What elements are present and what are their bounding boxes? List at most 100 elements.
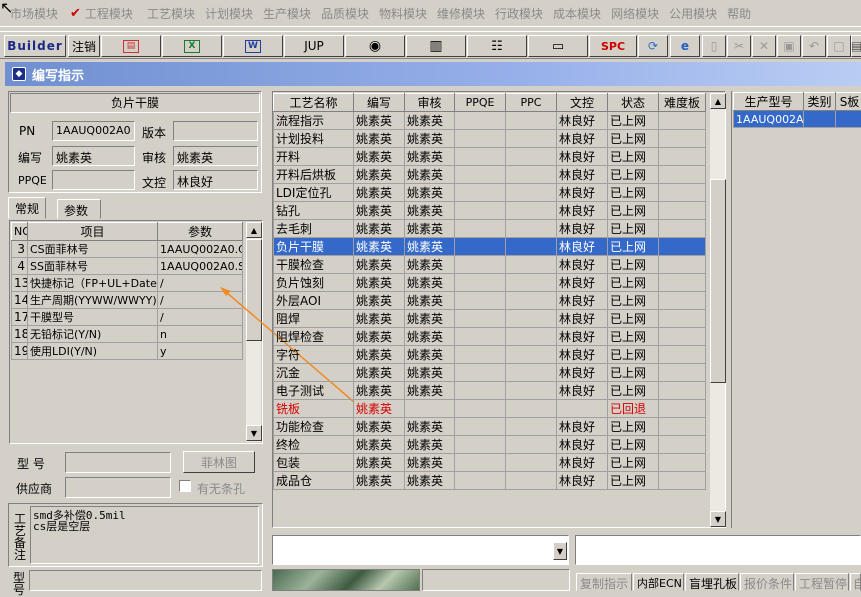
- process-row[interactable]: 终检姚素英姚素英林良好已上网: [274, 436, 706, 454]
- ppqe-cell[interactable]: [455, 346, 506, 364]
- status-cell[interactable]: 已上网: [608, 184, 659, 202]
- difficulty-cell[interactable]: [659, 328, 706, 346]
- ppc-cell[interactable]: [506, 202, 557, 220]
- status-cell[interactable]: 已回退: [608, 400, 659, 418]
- process-name-cell[interactable]: 电子测试: [274, 382, 354, 400]
- tab-quote-conditions[interactable]: 报价条件: [740, 573, 794, 591]
- process-scrollbar[interactable]: ▲ ▼: [709, 93, 725, 527]
- status-cell[interactable]: 已上网: [608, 436, 659, 454]
- status-cell[interactable]: 已上网: [608, 454, 659, 472]
- author-cell[interactable]: 姚素英: [354, 472, 405, 490]
- status-cell[interactable]: 已上网: [608, 166, 659, 184]
- author-cell[interactable]: 姚素英: [354, 382, 405, 400]
- process-name-cell[interactable]: 去毛刺: [274, 220, 354, 238]
- process-name-cell[interactable]: 功能检查: [274, 418, 354, 436]
- review-cell[interactable]: 姚素英: [405, 382, 455, 400]
- difficulty-cell[interactable]: [659, 454, 706, 472]
- review-cell[interactable]: 姚素英: [405, 292, 455, 310]
- process-row[interactable]: 阻焊检查姚素英姚素英林良好已上网: [274, 328, 706, 346]
- process-row[interactable]: 阻焊姚素英姚素英林良好已上网: [274, 310, 706, 328]
- difficulty-cell[interactable]: [659, 346, 706, 364]
- ppc-cell[interactable]: [506, 238, 557, 256]
- process-name-cell[interactable]: 阻焊检查: [274, 328, 354, 346]
- ppqe-cell[interactable]: [455, 238, 506, 256]
- ppqe-cell[interactable]: [455, 202, 506, 220]
- status-cell[interactable]: 已上网: [608, 256, 659, 274]
- process-name-cell[interactable]: 钻孔: [274, 202, 354, 220]
- col-process-name[interactable]: 工艺名称: [274, 94, 354, 112]
- author-cell[interactable]: 姚素英: [354, 400, 405, 418]
- scroll-thumb[interactable]: [710, 179, 726, 383]
- process-name-cell[interactable]: 字符: [274, 346, 354, 364]
- process-name-cell[interactable]: LDI定位孔: [274, 184, 354, 202]
- model-row[interactable]: 1AAUQ002A0: [734, 111, 861, 128]
- col-ppc[interactable]: PPC: [506, 94, 557, 112]
- author-cell[interactable]: 姚素英: [354, 310, 405, 328]
- process-row[interactable]: 开料后烘板姚素英姚素英林良好已上网: [274, 166, 706, 184]
- difficulty-cell[interactable]: [659, 382, 706, 400]
- ppqe-cell[interactable]: [455, 436, 506, 454]
- process-name-cell[interactable]: 负片干膜: [274, 238, 354, 256]
- status-cell[interactable]: 已上网: [608, 238, 659, 256]
- control-cell[interactable]: 林良好: [557, 148, 608, 166]
- process-name-cell[interactable]: 干膜检查: [274, 256, 354, 274]
- ppc-cell[interactable]: [506, 346, 557, 364]
- status-cell[interactable]: 已上网: [608, 328, 659, 346]
- difficulty-cell[interactable]: [659, 292, 706, 310]
- control-cell[interactable]: 林良好: [557, 472, 608, 490]
- process-row[interactable]: 铣板姚素英已回退: [274, 400, 706, 418]
- control-cell[interactable]: 林良好: [557, 256, 608, 274]
- col-review[interactable]: 审核: [405, 94, 455, 112]
- production-model-cell[interactable]: 1AAUQ002A0: [734, 111, 804, 128]
- process-name-cell[interactable]: 流程指示: [274, 112, 354, 130]
- ppc-cell[interactable]: [506, 418, 557, 436]
- review-cell[interactable]: 姚素英: [405, 238, 455, 256]
- difficulty-cell[interactable]: [659, 274, 706, 292]
- process-row[interactable]: 干膜检查姚素英姚素英林良好已上网: [274, 256, 706, 274]
- control-cell[interactable]: 林良好: [557, 346, 608, 364]
- process-row[interactable]: LDI定位孔姚素英姚素英林良好已上网: [274, 184, 706, 202]
- review-cell[interactable]: 姚素英: [405, 454, 455, 472]
- process-name-cell[interactable]: 阻焊: [274, 310, 354, 328]
- process-row[interactable]: 电子测试姚素英姚素英林良好已上网: [274, 382, 706, 400]
- tab-internal-ecn[interactable]: 内部ECN: [633, 573, 684, 591]
- col-s-board[interactable]: S板: [836, 93, 861, 111]
- control-cell[interactable]: 林良好: [557, 418, 608, 436]
- ppc-cell[interactable]: [506, 130, 557, 148]
- author-cell[interactable]: 姚素英: [354, 112, 405, 130]
- bottom-model-field[interactable]: [29, 570, 262, 591]
- author-cell[interactable]: 姚素英: [354, 238, 405, 256]
- ppc-cell[interactable]: [506, 328, 557, 346]
- ppqe-cell[interactable]: [455, 418, 506, 436]
- tab-more[interactable]: 自: [850, 573, 861, 591]
- tab-engineering-pause[interactable]: 工程暂停: [795, 573, 849, 591]
- difficulty-cell[interactable]: [659, 256, 706, 274]
- control-cell[interactable]: 林良好: [557, 166, 608, 184]
- process-name-cell[interactable]: 开料: [274, 148, 354, 166]
- col-control[interactable]: 文控: [557, 94, 608, 112]
- ppqe-cell[interactable]: [455, 220, 506, 238]
- ppqe-cell[interactable]: [455, 454, 506, 472]
- col-ppqe[interactable]: PPQE: [455, 94, 506, 112]
- author-cell[interactable]: 姚素英: [354, 436, 405, 454]
- tab-blind-hole[interactable]: 盲埋孔板: [685, 573, 739, 591]
- ppqe-cell[interactable]: [455, 166, 506, 184]
- author-cell[interactable]: 姚素英: [354, 220, 405, 238]
- review-cell[interactable]: 姚素英: [405, 274, 455, 292]
- s-board-cell[interactable]: [836, 111, 861, 128]
- ppc-cell[interactable]: [506, 184, 557, 202]
- col-difficulty[interactable]: 难度板: [659, 94, 706, 112]
- author-cell[interactable]: 姚素英: [354, 148, 405, 166]
- author-cell[interactable]: 姚素英: [354, 346, 405, 364]
- process-row[interactable]: 外层AOI姚素英姚素英林良好已上网: [274, 292, 706, 310]
- author-cell[interactable]: 姚素英: [354, 328, 405, 346]
- ppc-cell[interactable]: [506, 400, 557, 418]
- control-cell[interactable]: 林良好: [557, 220, 608, 238]
- control-cell[interactable]: 林良好: [557, 310, 608, 328]
- review-cell[interactable]: 姚素英: [405, 184, 455, 202]
- review-cell[interactable]: 姚素英: [405, 418, 455, 436]
- control-cell[interactable]: 林良好: [557, 382, 608, 400]
- ppqe-cell[interactable]: [455, 274, 506, 292]
- ppqe-cell[interactable]: [455, 310, 506, 328]
- review-cell[interactable]: 姚素英: [405, 112, 455, 130]
